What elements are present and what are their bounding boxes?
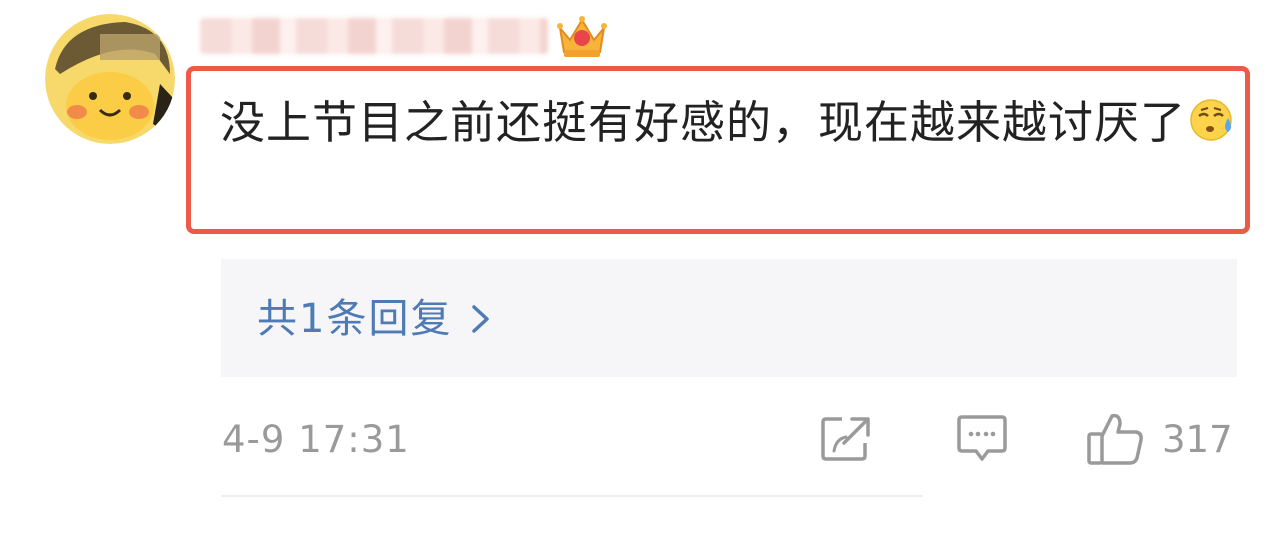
replies-label: 共1条回复 (257, 296, 453, 342)
replies-panel[interactable]: 共1条回复 (221, 259, 1237, 377)
user-avatar[interactable] (45, 14, 175, 144)
comment-timestamp: 4-9 17:31 (222, 418, 410, 461)
chevron-right-icon (470, 297, 492, 333)
share-icon[interactable] (820, 415, 872, 463)
comment-body: 没上节目之前还挺有好感的，现在越来越讨厌了 (220, 90, 1240, 156)
username-redacted[interactable] (200, 18, 548, 54)
avatar-image (45, 14, 175, 144)
like-button[interactable] (1086, 412, 1144, 466)
view-replies-link[interactable]: 共1条回复 (257, 295, 492, 343)
like-count: 317 (1162, 418, 1233, 461)
comment-icon[interactable] (956, 413, 1008, 465)
comment-text: 没上节目之前还挺有好感的，现在越来越讨厌了 (220, 96, 1187, 149)
sweat-face-emoji (1188, 96, 1236, 144)
thumbs-up-icon (1087, 413, 1143, 465)
divider (221, 495, 923, 497)
crown-badge-icon (556, 12, 608, 60)
